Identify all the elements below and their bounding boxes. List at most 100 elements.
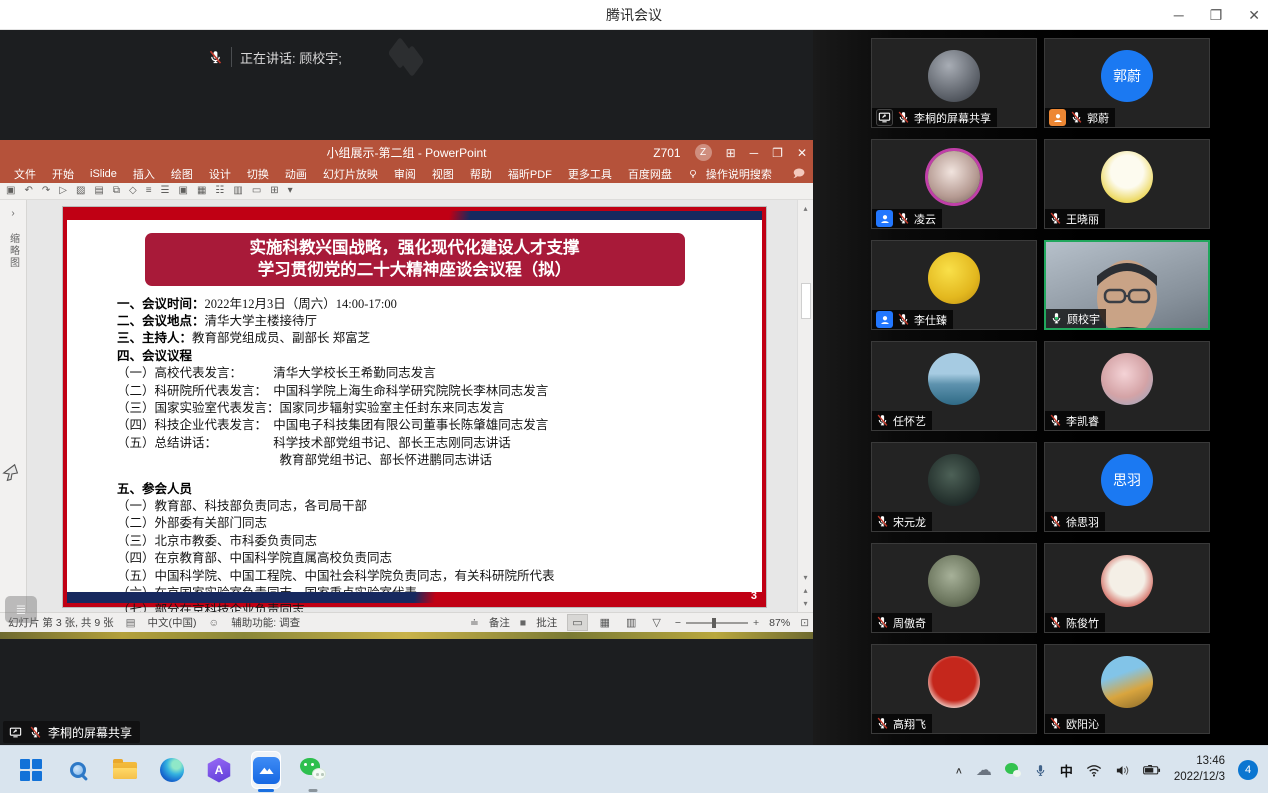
wifi-icon[interactable] bbox=[1086, 764, 1102, 777]
bullets-icon[interactable]: ☷ bbox=[215, 186, 224, 196]
ppt-close-button[interactable]: ✕ bbox=[797, 146, 807, 160]
fit-to-window-icon[interactable]: ⊡ bbox=[800, 617, 809, 629]
volume-icon[interactable] bbox=[1115, 764, 1130, 777]
ppt-vertical-scrollbar[interactable]: ▴ ▾ ▴ ▾ bbox=[797, 200, 813, 612]
ppt-menu-transitions[interactable]: 切换 bbox=[239, 166, 277, 182]
slide-sorter-view-icon[interactable]: ▦ bbox=[596, 615, 614, 630]
language-label[interactable]: 中文(中国) bbox=[148, 615, 197, 630]
wechat-taskbar-button[interactable] bbox=[298, 753, 328, 787]
participant-tile[interactable]: 任怀艺 bbox=[871, 341, 1037, 431]
picture-icon[interactable]: ▣ bbox=[179, 186, 188, 196]
scroll-down-icon[interactable]: ▾ bbox=[803, 573, 807, 582]
edge-browser-button[interactable] bbox=[157, 753, 187, 787]
align-left-icon[interactable]: ≡ bbox=[146, 186, 152, 196]
notification-count-badge[interactable]: 4 bbox=[1238, 760, 1258, 780]
participant-tile[interactable]: 陈俊竹 bbox=[1044, 543, 1210, 633]
ppt-account-avatar[interactable]: Z bbox=[695, 144, 712, 161]
scrollbar-thumb[interactable] bbox=[801, 283, 811, 319]
participant-tile[interactable]: 李桐的屏幕共享 bbox=[871, 38, 1037, 128]
accessibility-label[interactable]: 辅助功能: 调查 bbox=[231, 615, 300, 630]
redo-icon[interactable]: ↷ bbox=[42, 186, 50, 196]
ppt-menu-slideshow[interactable]: 幻灯片放映 bbox=[315, 166, 386, 182]
textbox-icon[interactable]: ▭ bbox=[252, 186, 261, 196]
zoom-out-icon[interactable]: − bbox=[675, 617, 681, 629]
tencent-meeting-taskbar-button[interactable] bbox=[251, 753, 281, 787]
window-minimize-button[interactable]: ─ bbox=[1174, 7, 1184, 23]
participant-tile[interactable]: 李凯睿 bbox=[1044, 341, 1210, 431]
undo-icon[interactable]: ↶ bbox=[24, 186, 32, 196]
comments-button[interactable]: 批注 bbox=[536, 615, 557, 630]
divider bbox=[231, 47, 232, 67]
copy-icon[interactable]: ⧉ bbox=[113, 186, 120, 196]
participant-tile[interactable]: 思羽 徐思羽 bbox=[1044, 442, 1210, 532]
screenshot-icon[interactable]: ▦ bbox=[197, 186, 206, 196]
zoom-percentage[interactable]: 87% bbox=[769, 617, 790, 629]
paste-icon[interactable]: ▤ bbox=[94, 186, 103, 196]
start-slideshow-icon[interactable]: ▷ bbox=[59, 186, 67, 196]
microphone-tray-icon[interactable] bbox=[1034, 763, 1047, 778]
save-icon[interactable]: ▣ bbox=[6, 186, 15, 196]
spellcheck-icon[interactable]: ▤ bbox=[126, 617, 136, 629]
participant-tile-speaking[interactable]: 顾校宇 bbox=[1044, 240, 1210, 330]
wechat-tray-icon[interactable] bbox=[1005, 763, 1021, 777]
scroll-up-icon[interactable]: ▴ bbox=[803, 204, 807, 213]
ppt-menu-more-tools[interactable]: 更多工具 bbox=[560, 166, 620, 182]
ppt-comments-icon[interactable]: 🗩 bbox=[793, 165, 805, 184]
participant-tile[interactable]: 王晓丽 bbox=[1044, 139, 1210, 229]
ppt-ribbon-options-button[interactable]: ⊞ bbox=[726, 146, 736, 160]
more-commands-icon[interactable]: ▾ bbox=[288, 186, 293, 196]
participant-tile[interactable]: 凌云 bbox=[871, 139, 1037, 229]
zoom-in-icon[interactable]: + bbox=[753, 617, 759, 629]
notes-button[interactable]: 备注 bbox=[489, 615, 510, 630]
ppt-menu-draw[interactable]: 绘图 bbox=[163, 166, 201, 182]
ppt-menu-baidu-netdisk[interactable]: 百度网盘 bbox=[620, 166, 680, 182]
participant-tile[interactable]: 高翔飞 bbox=[871, 644, 1037, 734]
layout-icon[interactable]: ⊞ bbox=[270, 186, 278, 196]
window-restore-button[interactable]: ❐ bbox=[1210, 7, 1223, 24]
ppt-menu-help[interactable]: 帮助 bbox=[462, 166, 500, 182]
battery-icon[interactable] bbox=[1143, 764, 1161, 776]
ppt-restore-button[interactable]: ❐ bbox=[772, 146, 783, 160]
ppt-menu-animations[interactable]: 动画 bbox=[277, 166, 315, 182]
slide-canvas[interactable]: 实施科教兴国战略，强化现代化建设人才支撑 学习贯彻党的二十大精神座谈会议程（拟）… bbox=[63, 207, 766, 607]
next-slide-icon[interactable]: ▾ bbox=[803, 599, 807, 608]
cloud-sync-tray-icon[interactable]: ☁ bbox=[976, 760, 992, 780]
shapes-icon[interactable]: ◇ bbox=[129, 186, 137, 196]
ppt-menu-islide[interactable]: iSlide bbox=[82, 168, 125, 180]
app-launcher-button[interactable]: A bbox=[204, 753, 234, 787]
participant-tile[interactable]: 周傲奇 bbox=[871, 543, 1037, 633]
taskbar-clock[interactable]: 13:46 2022/12/3 bbox=[1174, 754, 1225, 785]
normal-view-icon[interactable]: ▭ bbox=[567, 614, 587, 631]
ppt-menu-design[interactable]: 设计 bbox=[201, 166, 239, 182]
ppt-menu-view[interactable]: 视图 bbox=[424, 166, 462, 182]
participant-tile[interactable]: 郭蔚 郭蔚 bbox=[1044, 38, 1210, 128]
search-button[interactable] bbox=[63, 753, 93, 787]
tray-overflow-chevron-icon[interactable]: ∧ bbox=[955, 765, 963, 775]
participant-tile[interactable]: 欧阳沁 bbox=[1044, 644, 1210, 734]
align-center-icon[interactable]: ☰ bbox=[161, 186, 170, 196]
ppt-menu-file[interactable]: 文件 bbox=[6, 166, 44, 182]
zoom-slider-thumb[interactable] bbox=[712, 618, 716, 628]
window-close-button[interactable]: ✕ bbox=[1248, 7, 1260, 24]
slideshow-view-icon[interactable]: ▽ bbox=[648, 615, 664, 630]
accessibility-icon: ☺ bbox=[209, 617, 220, 629]
previous-slide-icon[interactable]: ▴ bbox=[803, 586, 807, 595]
annotation-tools-button[interactable]: ≣ bbox=[5, 596, 37, 623]
ime-language-indicator[interactable]: 中 bbox=[1060, 761, 1073, 780]
file-explorer-button[interactable] bbox=[110, 753, 140, 787]
ppt-menu-review[interactable]: 审阅 bbox=[386, 166, 424, 182]
expand-pane-icon[interactable]: › bbox=[0, 208, 26, 219]
participant-tile[interactable]: 李仕臻 bbox=[871, 240, 1037, 330]
ppt-menu-foxit-pdf[interactable]: 福昕PDF bbox=[500, 166, 560, 182]
ppt-menu-home[interactable]: 开始 bbox=[44, 166, 82, 182]
ppt-thumbnail-pane-collapsed[interactable]: › 缩略图 bbox=[0, 200, 27, 612]
reading-view-icon[interactable]: ▥ bbox=[622, 615, 640, 630]
ppt-menu-insert[interactable]: 插入 bbox=[125, 166, 163, 182]
zoom-slider[interactable]: − + bbox=[675, 617, 759, 629]
participant-tile[interactable]: 宋元龙 bbox=[871, 442, 1037, 532]
ppt-menu-tell-me[interactable]: 操作说明搜索 bbox=[698, 166, 780, 182]
chart-icon[interactable]: ▥ bbox=[233, 186, 242, 196]
ppt-minimize-button[interactable]: ─ bbox=[750, 146, 759, 160]
start-button[interactable] bbox=[16, 753, 46, 787]
format-painter-icon[interactable]: ▨ bbox=[76, 186, 85, 196]
